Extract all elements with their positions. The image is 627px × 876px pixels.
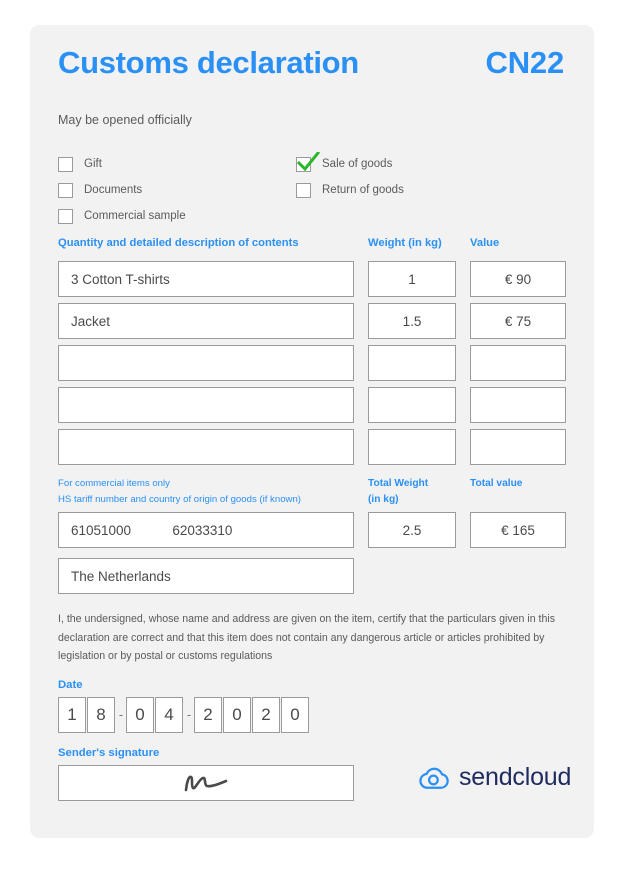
commercial-note: For commercial items only HS tariff numb…	[58, 476, 301, 508]
date-digit-6[interactable]: 0	[223, 696, 251, 733]
checkbox-row-commercial-sample[interactable]: Commercial sample	[58, 203, 186, 229]
country-row: The Netherlands	[58, 558, 566, 598]
date-digit-5[interactable]: 2	[194, 696, 222, 733]
description-input-2[interactable]: Jacket	[58, 303, 354, 339]
signature-label: Sender's signature	[58, 746, 160, 759]
checkbox-label-documents: Documents	[84, 184, 143, 196]
table-row: 3 Cotton T-shirts 1 € 90	[58, 261, 566, 302]
page-title: Customs declaration	[58, 45, 359, 80]
commercial-labels: For commercial items only HS tariff numb…	[58, 476, 566, 512]
total-value-label: Total value	[470, 478, 523, 489]
category-checkbox-group: Gift Documents Commercial sample Sale of…	[58, 151, 566, 224]
checkbox-documents[interactable]	[58, 182, 73, 198]
table-row	[58, 429, 566, 470]
weight-input-3[interactable]	[368, 345, 456, 381]
checkmark-icon	[296, 151, 320, 171]
value-input-2[interactable]: € 75	[470, 303, 566, 339]
checkbox-label-sale-of-goods: Sale of goods	[322, 158, 393, 170]
brand-name: sendcloud	[459, 763, 572, 791]
total-weight-input[interactable]: 2.5	[368, 512, 456, 548]
cloud-icon	[419, 767, 449, 789]
checkbox-label-gift: Gift	[84, 158, 102, 170]
table-column-headers: Quantity and detailed description of con…	[58, 237, 566, 255]
hs-tariff-input[interactable]: 61051000 62033310	[58, 512, 354, 548]
date-digit-3[interactable]: 0	[126, 696, 154, 733]
date-digit-4[interactable]: 4	[155, 696, 183, 733]
form-code: CN22	[485, 45, 565, 80]
date-label: Date	[58, 678, 83, 691]
checkbox-gift[interactable]	[58, 156, 73, 172]
description-input-1[interactable]: 3 Cotton T-shirts	[58, 261, 354, 297]
item-rows: 3 Cotton T-shirts 1 € 90 Jacket 1.5 € 75	[58, 261, 566, 470]
table-row	[58, 387, 566, 428]
signature-scribble-icon	[184, 775, 228, 791]
date-digit-2[interactable]: 8	[87, 696, 115, 733]
checkbox-column-left: Gift Documents Commercial sample	[58, 151, 186, 229]
total-value-input[interactable]: € 165	[470, 512, 566, 548]
form-content: Customs declaration CN22 May be opened o…	[58, 45, 571, 805]
date-digit-1[interactable]: 1	[58, 696, 86, 733]
description-input-4[interactable]	[58, 387, 354, 423]
value-input-3[interactable]	[470, 345, 566, 381]
checkbox-return-of-goods[interactable]	[296, 182, 311, 198]
date-digit-7[interactable]: 2	[252, 696, 280, 733]
checkbox-commercial-sample[interactable]	[58, 208, 73, 224]
checkbox-label-commercial-sample: Commercial sample	[84, 210, 186, 222]
description-input-5[interactable]	[58, 429, 354, 465]
weight-input-1[interactable]: 1	[368, 261, 456, 297]
total-weight-label: Total Weight (in kg)	[368, 476, 463, 508]
checkbox-row-sale-of-goods[interactable]: Sale of goods	[296, 151, 404, 177]
table-row	[58, 345, 566, 386]
checkbox-row-return-of-goods[interactable]: Return of goods	[296, 177, 404, 203]
date-input-group[interactable]: 1 8 - 0 4 - 2 0 2 0	[58, 696, 566, 733]
weight-input-2[interactable]: 1.5	[368, 303, 456, 339]
checkbox-sale-of-goods[interactable]	[296, 151, 320, 172]
country-of-origin-input[interactable]: The Netherlands	[58, 558, 354, 594]
total-weight-label-line1: Total Weight	[368, 478, 429, 489]
date-section: Date 1 8 - 0 4 - 2 0 2 0	[58, 679, 566, 733]
value-input-1[interactable]: € 90	[470, 261, 566, 297]
form-subtitle: May be opened officially	[58, 113, 192, 127]
signature-row: sendcloud	[58, 763, 571, 805]
signature-section: Sender's signature sendcloud	[58, 746, 571, 805]
date-digit-8[interactable]: 0	[281, 696, 309, 733]
checkbox-row-gift[interactable]: Gift	[58, 151, 186, 177]
form-header: Customs declaration CN22	[58, 45, 566, 97]
value-input-5[interactable]	[470, 429, 566, 465]
legal-declaration-text: I, the undersigned, whose name and addre…	[58, 613, 556, 662]
commercial-note-line2: HS tariff number and country of origin o…	[58, 494, 301, 505]
table-row: Jacket 1.5 € 75	[58, 303, 566, 344]
total-weight-label-line2: (in kg)	[368, 494, 399, 505]
checkbox-column-right: Sale of goods Return of goods	[296, 151, 404, 203]
signature-input[interactable]	[58, 764, 354, 801]
checkbox-row-documents[interactable]: Documents	[58, 177, 186, 203]
checkbox-label-return-of-goods: Return of goods	[322, 184, 404, 196]
column-header-value: Value	[470, 237, 500, 249]
weight-input-5[interactable]	[368, 429, 456, 465]
description-input-3[interactable]	[58, 345, 354, 381]
column-header-weight: Weight (in kg)	[368, 237, 442, 249]
value-input-4[interactable]	[470, 387, 566, 423]
weight-input-4[interactable]	[368, 387, 456, 423]
cn22-declaration-card: Customs declaration CN22 May be opened o…	[30, 25, 594, 838]
brand-logo: sendcloud	[416, 761, 571, 795]
totals-row: 61051000 62033310 2.5 € 165	[58, 512, 566, 554]
date-separator-1: -	[118, 707, 124, 722]
commercial-note-line1: For commercial items only	[58, 478, 170, 489]
date-separator-2: -	[186, 707, 192, 722]
column-header-description: Quantity and detailed description of con…	[58, 237, 299, 249]
